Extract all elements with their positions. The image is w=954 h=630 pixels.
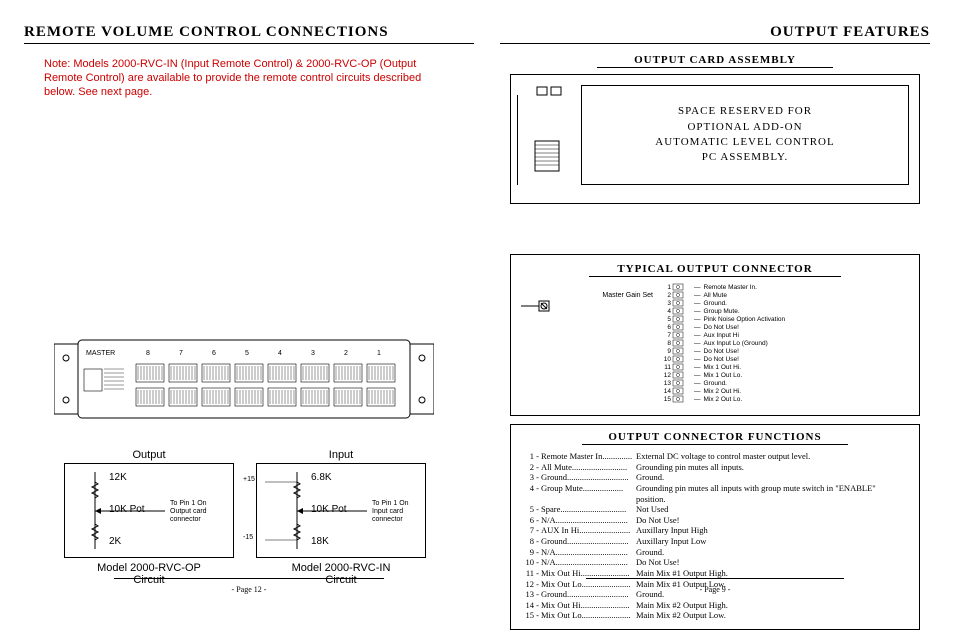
note-text: Note: Models 2000-RVC-IN (Input Remote C… <box>24 54 474 99</box>
card-side-icons <box>517 75 577 205</box>
slot-label: 5 <box>245 350 249 357</box>
typical-connector-heading: TYPICAL OUTPUT CONNECTOR <box>589 263 841 277</box>
slot-label: 4 <box>278 350 282 357</box>
addon-line3: AUTOMATIC LEVEL CONTROL <box>582 135 908 150</box>
output-r2: 2K <box>109 536 121 547</box>
output-model: Model 2000-RVC-OP <box>64 562 234 574</box>
input-circuit-heading: Input <box>256 449 426 461</box>
function-row: 11 - Mix Out Hi.......................Ma… <box>525 568 905 579</box>
function-row: 4 - Group Mute...................Groundi… <box>525 483 905 504</box>
input-note2: Input card <box>372 508 403 515</box>
pin-row: 12—Mix 1 Out Lo. <box>661 371 909 379</box>
pin-row: 3—Ground. <box>661 299 909 307</box>
right-page-title: OUTPUT FEATURES <box>500 24 930 44</box>
output-circuit-diagram <box>65 464 233 557</box>
pin-row: 10—Do Not Use! <box>661 355 909 363</box>
addon-line2: OPTIONAL ADD-ON <box>582 120 908 135</box>
pin-row: 13—Ground. <box>661 379 909 387</box>
slot-label: 2 <box>344 350 348 357</box>
pin-row: 2—All Mute <box>661 291 909 299</box>
output-r1: 12K <box>109 472 127 483</box>
gain-trimpot-icon <box>521 300 555 312</box>
function-row: 1 - Remote Master In..............Extern… <box>525 451 905 462</box>
output-note3: connector <box>170 516 201 523</box>
left-page-number: - Page 12 - <box>24 585 474 594</box>
slot-label: 3 <box>311 350 315 357</box>
function-row: 5 - Spare...............................… <box>525 504 905 515</box>
input-note1: To Pin 1 On <box>372 500 409 507</box>
function-row: 3 - Ground.............................G… <box>525 472 905 483</box>
function-row: 15 - Mix Out Lo.......................Ma… <box>525 610 905 621</box>
input-r1: 6.8K <box>311 472 332 483</box>
pin-row: 7—Aux Input Hi <box>661 331 909 339</box>
function-row: 8 - Ground.............................A… <box>525 536 905 547</box>
card-assembly-heading: OUTPUT CARD ASSEMBLY <box>597 54 834 68</box>
function-row: 7 - AUX In Hi........................Aux… <box>525 525 905 536</box>
pin-row: 14—Mix 2 Out Hi. <box>661 387 909 395</box>
right-page-number: - Page 9 - <box>500 585 930 594</box>
connector-functions-heading: OUTPUT CONNECTOR FUNCTIONS <box>582 431 848 445</box>
slot-label: 1 <box>377 350 381 357</box>
slot-label: 8 <box>146 350 150 357</box>
input-note3: connector <box>372 516 403 523</box>
pin-row: 1—Remote Master In. <box>661 283 909 291</box>
function-row: 9 - N/A.................................… <box>525 547 905 558</box>
output-note1: To Pin 1 On <box>170 500 207 507</box>
pin-row: 5—Pink Noise Option Activation <box>661 315 909 323</box>
chassis-master-label: MASTER <box>86 350 115 357</box>
function-row: 14 - Mix Out Hi.......................Ma… <box>525 600 905 611</box>
addon-line1: SPACE RESERVED FOR <box>582 104 908 119</box>
left-page-title: REMOTE VOLUME CONTROL CONNECTIONS <box>24 24 474 44</box>
function-row: 6 - N/A.................................… <box>525 515 905 526</box>
input-plus15: +15 <box>243 476 255 483</box>
output-circuit-heading: Output <box>64 449 234 461</box>
input-r2: 18K <box>311 536 329 547</box>
pin-row: 4—Group Mute. <box>661 307 909 315</box>
function-row: 2 - All Mute..........................Gr… <box>525 462 905 473</box>
slot-label: 7 <box>179 350 183 357</box>
input-minus15: -15 <box>243 534 253 541</box>
input-model: Model 2000-RVC-IN <box>256 562 426 574</box>
pin-row: 9—Do Not Use! <box>661 347 909 355</box>
slot-label: 6 <box>212 350 216 357</box>
input-pot: 10K Pot <box>311 504 347 515</box>
output-pot: 10K Pot <box>109 504 145 515</box>
pin-row: 8—Aux Input Lo (Ground) <box>661 339 909 347</box>
output-note2: Output card <box>170 508 207 515</box>
pin-row: 6—Do Not Use! <box>661 323 909 331</box>
pin-row: 15—Mix 2 Out Lo. <box>661 395 909 403</box>
pin-row: 11—Mix 1 Out Hi. <box>661 363 909 371</box>
addon-line4: PC ASSEMBLY. <box>582 150 908 165</box>
master-gain-label: Master Gain Set <box>602 292 653 299</box>
function-row: 10 - N/A................................… <box>525 557 905 568</box>
